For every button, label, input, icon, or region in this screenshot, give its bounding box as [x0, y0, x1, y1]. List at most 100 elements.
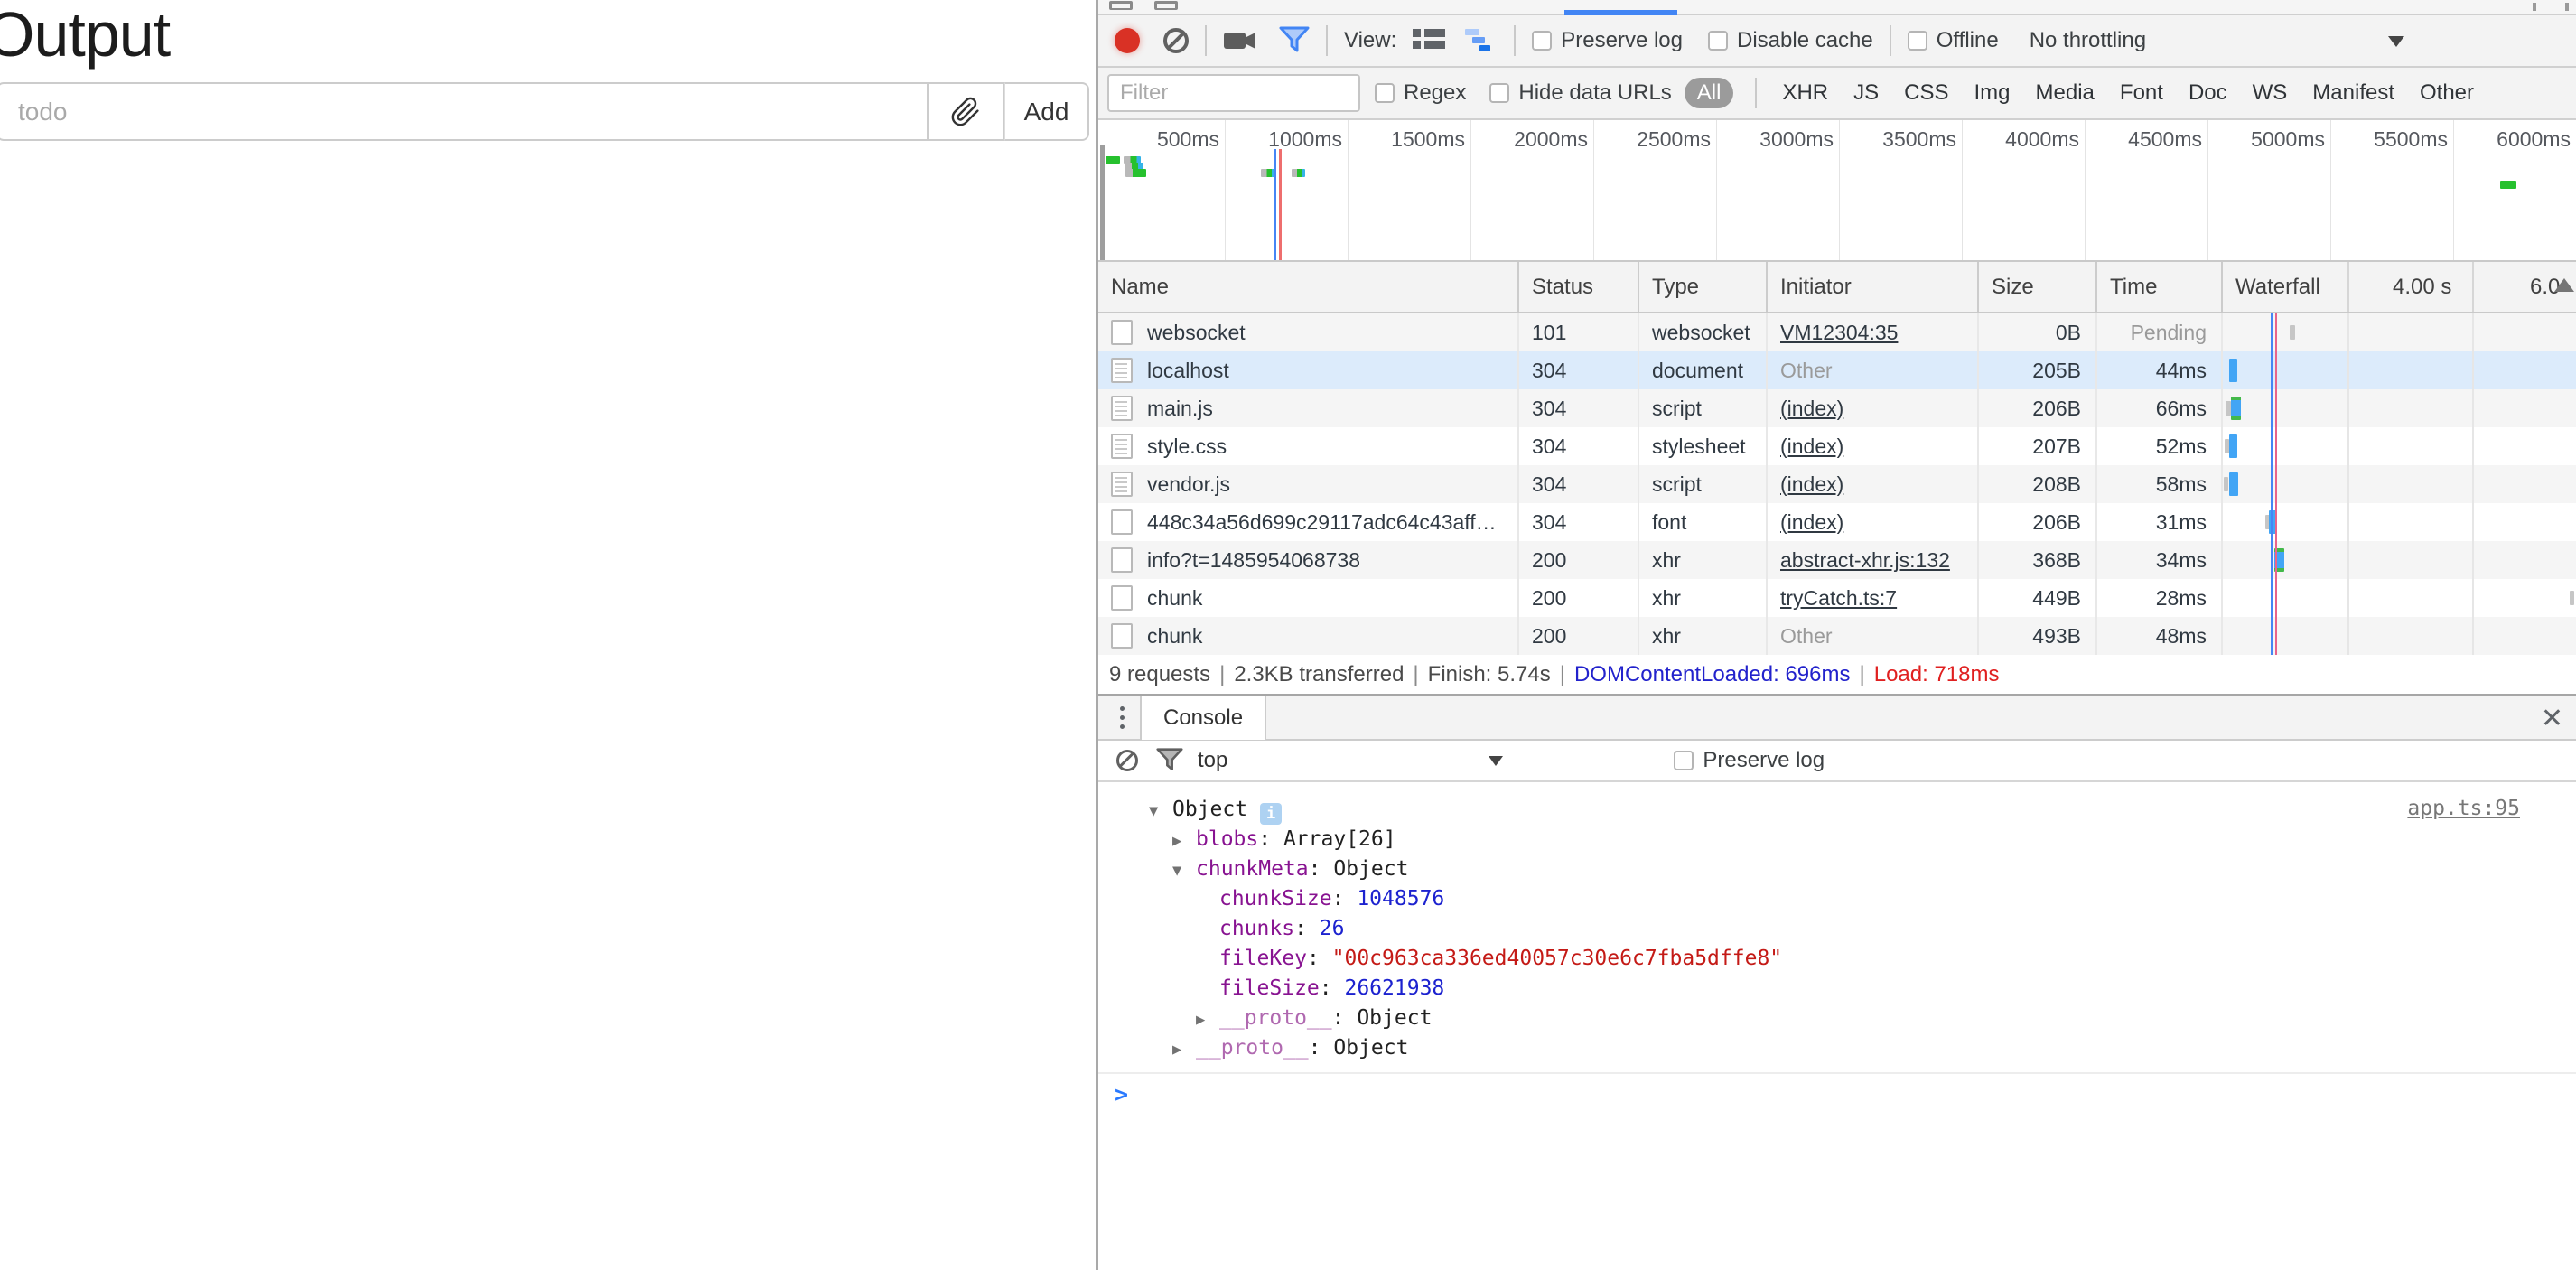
overview-gridline	[2207, 120, 2208, 260]
overview-tick-label: 3500ms	[1848, 127, 1956, 152]
request-initiator[interactable]: (index)	[1780, 510, 1843, 535]
console-tree-line[interactable]: ▼Objecti	[1098, 795, 2576, 825]
request-status: 304	[1532, 472, 1566, 497]
console-tree-line: fileKey: "00c963ca336ed40057c30e6c7fba5d…	[1098, 944, 2576, 974]
network-request-row[interactable]: style.css304stylesheet(index)207B52ms	[1098, 427, 2576, 465]
regex-checkbox[interactable]	[1375, 83, 1395, 103]
filter-type-font[interactable]: Font	[2120, 80, 2163, 106]
network-request-row[interactable]: main.js304script(index)206B66ms	[1098, 389, 2576, 427]
filter-type-js[interactable]: JS	[1853, 80, 1879, 106]
close-icon[interactable]: ✕	[2541, 703, 2563, 734]
console-filter-funnel-icon[interactable]	[1156, 747, 1183, 774]
filter-type-media[interactable]: Media	[2036, 80, 2095, 106]
context-dropdown-arrow-icon[interactable]	[1489, 756, 1503, 766]
network-request-row[interactable]: localhost304documentOther205B44ms	[1098, 351, 2576, 389]
waterfall-gridline	[2347, 262, 2349, 312]
todo-input[interactable]	[0, 82, 929, 141]
filter-type-all[interactable]: All	[1685, 78, 1734, 108]
dock-menu-icon[interactable]	[2565, 3, 2569, 11]
network-request-row[interactable]: vendor.js304script(index)208B58ms	[1098, 465, 2576, 503]
clear-console-icon[interactable]	[1116, 750, 1138, 771]
sort-ascending-icon[interactable]	[2554, 278, 2574, 292]
column-header-initiator[interactable]: Initiator	[1768, 262, 1979, 312]
property-key: __proto__	[1196, 1036, 1309, 1060]
paperclip-icon	[950, 97, 981, 127]
network-request-row[interactable]: chunk200xhrOther493B48ms	[1098, 617, 2576, 655]
network-request-row[interactable]: 448c34a56d699c29117adc64c43aff…304font(i…	[1098, 503, 2576, 541]
overview-load-line	[1279, 149, 1282, 260]
console-prompt[interactable]: >	[1098, 1074, 2576, 1114]
console-tree-line[interactable]: ▶blobs: Array[26]	[1098, 825, 2576, 854]
network-request-row[interactable]: chunk200xhrtryCatch.ts:7449B28ms	[1098, 579, 2576, 617]
request-initiator[interactable]: (index)	[1780, 397, 1843, 421]
filter-type-other[interactable]: Other	[2420, 80, 2474, 106]
info-icon[interactable]: i	[1260, 803, 1282, 825]
preserve-log-checkbox[interactable]	[1532, 31, 1552, 51]
filter-type-manifest[interactable]: Manifest	[2312, 80, 2394, 106]
settings-icon[interactable]	[2533, 3, 2536, 11]
filter-type-img[interactable]: Img	[1974, 80, 2011, 106]
console-tree-line[interactable]: ▶__proto__: Object	[1098, 1033, 2576, 1063]
request-initiator[interactable]: tryCatch.ts:7	[1780, 586, 1897, 611]
request-initiator[interactable]: abstract-xhr.js:132	[1780, 548, 1950, 573]
add-button[interactable]: Add	[1004, 82, 1089, 141]
waterfall-view-icon[interactable]	[1465, 29, 1498, 52]
column-header-time[interactable]: Time	[2097, 262, 2223, 312]
clear-icon[interactable]	[1163, 28, 1189, 53]
throttling-select[interactable]: No throttling	[2030, 28, 2146, 53]
request-type: script	[1652, 397, 1702, 421]
source-link[interactable]: app.ts:95	[2407, 797, 2520, 820]
network-request-row[interactable]: websocket101websocketVM12304:350BPending	[1098, 313, 2576, 351]
attach-button[interactable]	[929, 82, 1004, 141]
filter-type-xhr[interactable]: XHR	[1782, 80, 1828, 106]
request-initiator[interactable]: (index)	[1780, 434, 1843, 459]
summary-requests: 9 requests	[1109, 662, 1210, 687]
device-toolbar-icon[interactable]	[1154, 1, 1178, 10]
column-header-type[interactable]: Type	[1639, 262, 1768, 312]
disable-cache-checkbox[interactable]	[1708, 31, 1728, 51]
filter-type-doc[interactable]: Doc	[2189, 80, 2227, 106]
hide-data-urls-checkbox[interactable]	[1489, 83, 1509, 103]
column-header-status[interactable]: Status	[1519, 262, 1639, 312]
filmstrip-camera-icon[interactable]	[1223, 28, 1257, 53]
request-type: font	[1652, 510, 1686, 535]
network-request-row[interactable]: info?t=1485954068738200xhrabstract-xhr.j…	[1098, 541, 2576, 579]
collapse-icon[interactable]: ▼	[1149, 797, 1172, 826]
filter-funnel-icon[interactable]	[1279, 26, 1310, 55]
offline-checkbox[interactable]	[1908, 31, 1927, 51]
console-toolbar: top Preserve log	[1098, 741, 2576, 782]
column-header-name[interactable]: Name	[1098, 262, 1519, 312]
expand-icon[interactable]: ▶	[1172, 1035, 1196, 1065]
column-header-size[interactable]: Size	[1979, 262, 2097, 312]
app-page: Output Add	[0, 0, 1096, 1270]
network-filter-input[interactable]	[1107, 74, 1360, 112]
filter-type-css[interactable]: CSS	[1904, 80, 1948, 106]
record-icon[interactable]	[1115, 28, 1140, 53]
regex-label: Regex	[1404, 80, 1466, 106]
console-tree-line[interactable]: ▼chunkMeta: Object	[1098, 854, 2576, 884]
execution-context-select[interactable]: top	[1198, 748, 1227, 773]
expand-icon[interactable]: ▶	[1196, 1005, 1219, 1035]
console-preserve-log-checkbox[interactable]	[1674, 751, 1694, 770]
request-initiator[interactable]: VM12304:35	[1780, 321, 1898, 345]
list-view-icon[interactable]	[1413, 29, 1445, 52]
tab-console[interactable]: Console	[1140, 696, 1266, 740]
column-header-waterfall[interactable]: Waterfall 4.00 s 6.0	[2223, 262, 2576, 312]
request-initiator[interactable]: (index)	[1780, 472, 1843, 497]
collapse-icon[interactable]: ▼	[1172, 856, 1196, 886]
toolbar-separator	[1514, 25, 1516, 56]
property-value: 26621938	[1344, 976, 1444, 1000]
expand-icon[interactable]: ▶	[1172, 826, 1196, 856]
expander-spacer	[1196, 976, 1219, 1005]
toolbar-separator	[1890, 25, 1891, 56]
network-overview-timeline[interactable]: 500ms1000ms1500ms2000ms2500ms3000ms3500m…	[1098, 120, 2576, 262]
todo-input-group: Add	[0, 82, 1089, 141]
throttling-dropdown-arrow-icon[interactable]	[2388, 36, 2404, 47]
property-value: 26	[1320, 917, 1345, 940]
overview-request-bar	[1125, 169, 1146, 177]
filter-type-ws[interactable]: WS	[2253, 80, 2288, 106]
drawer-menu-icon[interactable]	[1104, 706, 1140, 729]
request-size: 208B	[2032, 472, 2081, 497]
inspect-element-icon[interactable]	[1109, 1, 1133, 10]
console-tree-line[interactable]: ▶__proto__: Object	[1098, 1004, 2576, 1033]
